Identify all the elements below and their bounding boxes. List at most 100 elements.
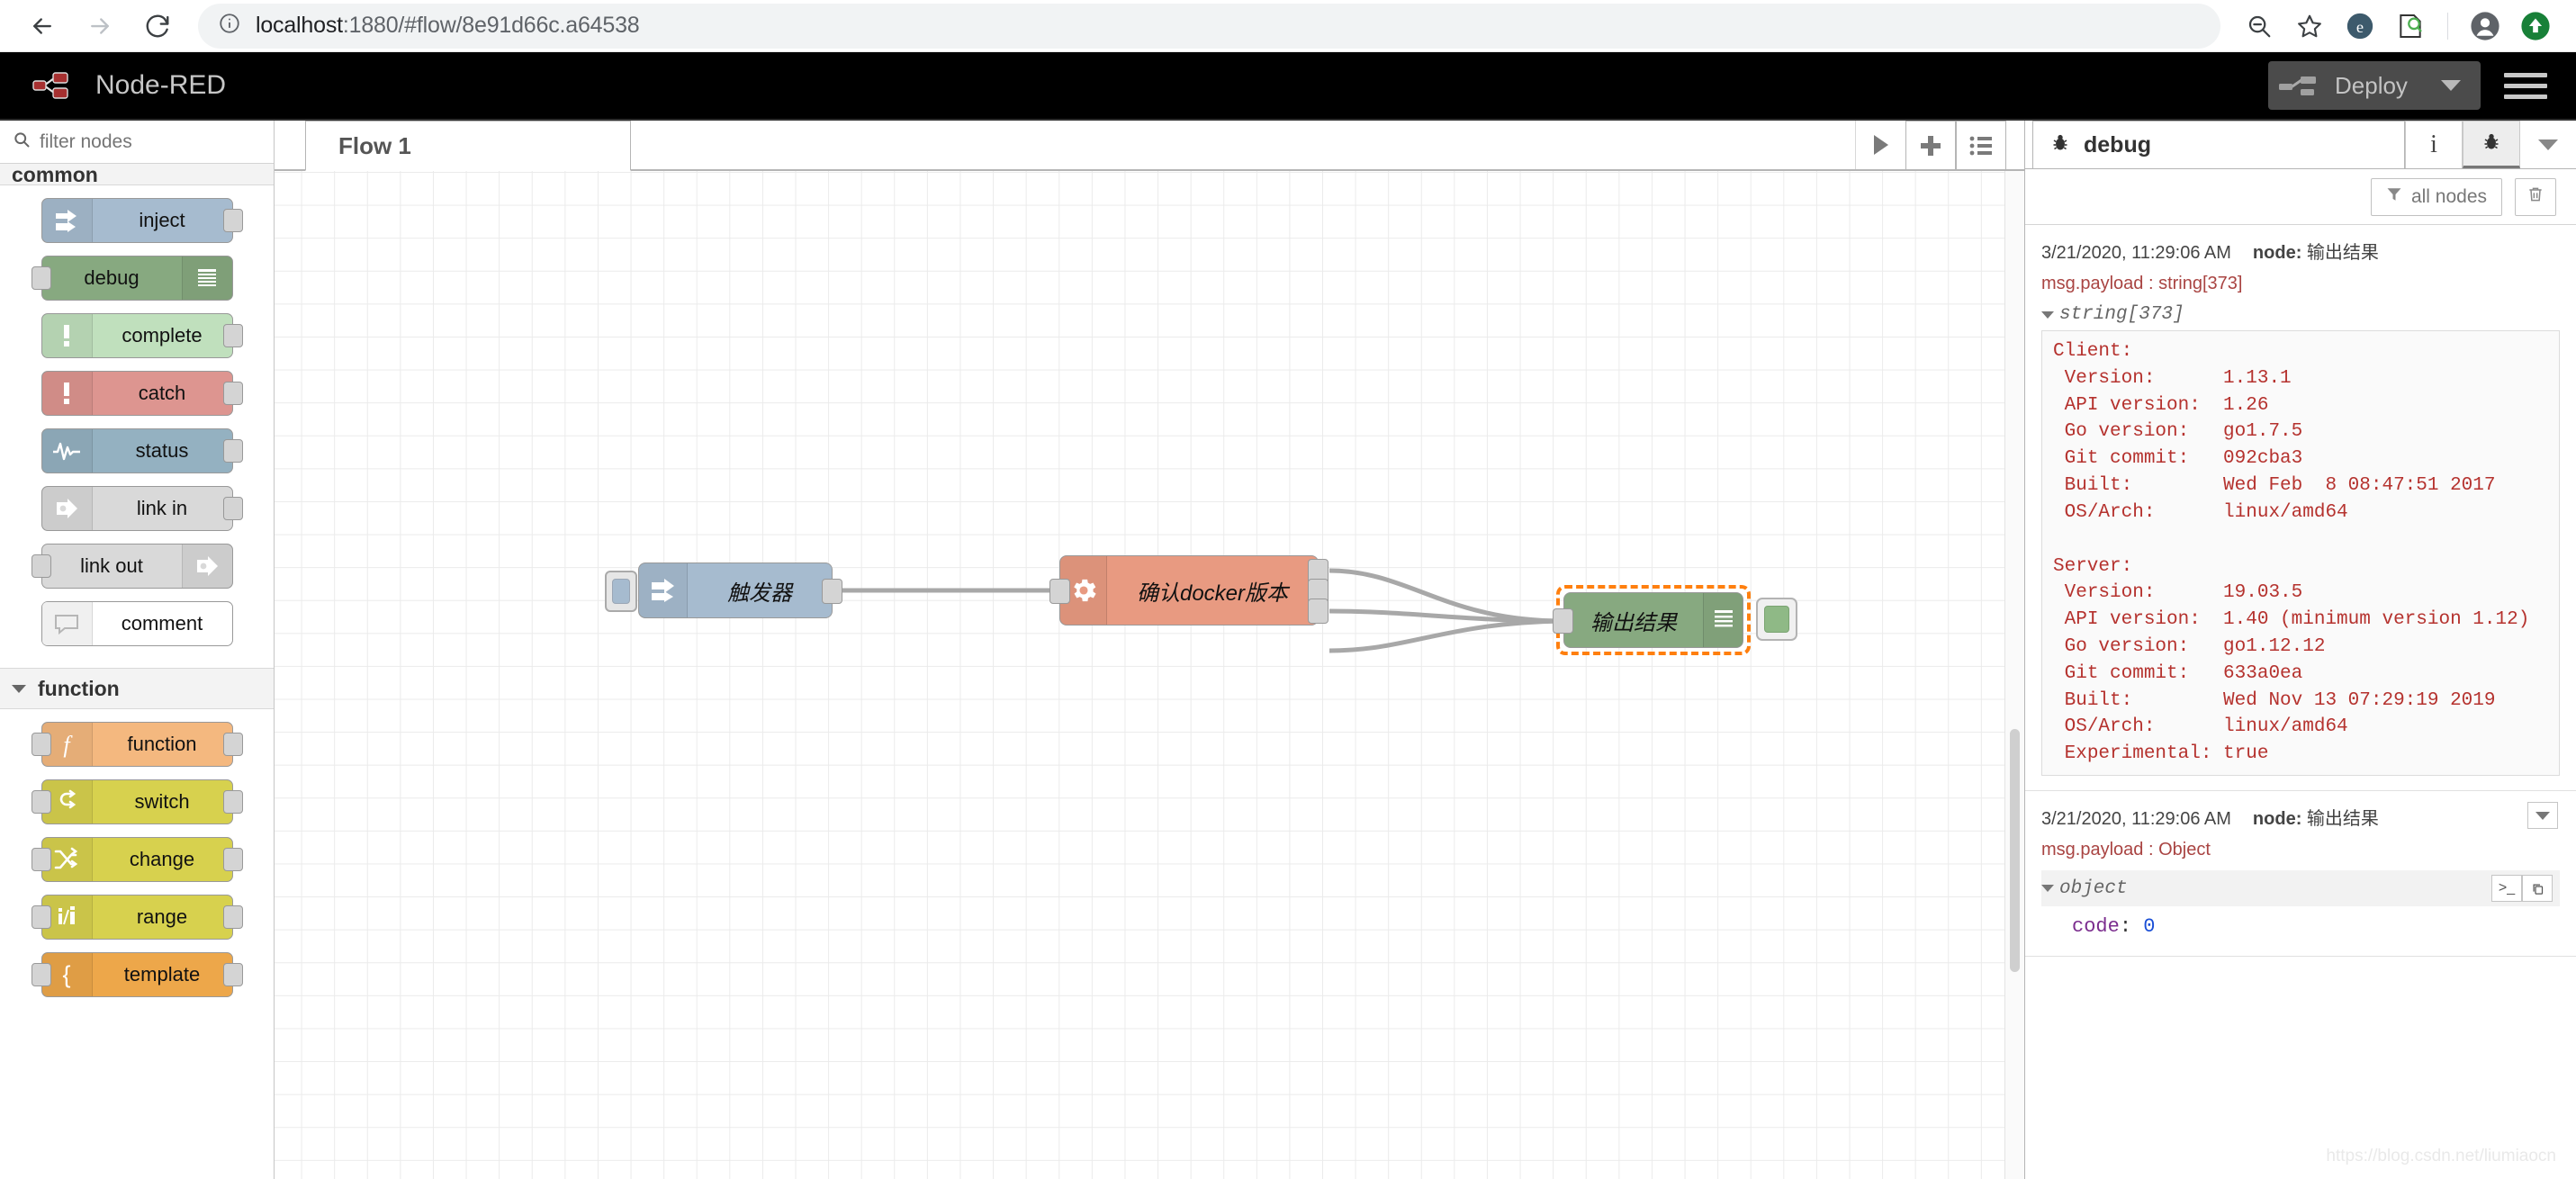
palette-node-label: comment	[121, 612, 203, 634]
palette-node-debug[interactable]: debug	[31, 256, 233, 301]
inject-trigger-button[interactable]	[605, 571, 637, 612]
input-port[interactable]	[31, 266, 51, 290]
output-port-3[interactable]	[1308, 598, 1329, 624]
output-port[interactable]	[222, 382, 243, 405]
palette-node-function[interactable]: f function	[31, 722, 243, 767]
debug-node-status-toggle[interactable]	[1756, 598, 1797, 641]
input-port[interactable]	[31, 905, 51, 929]
input-port[interactable]	[1553, 608, 1573, 634]
output-port[interactable]	[222, 324, 243, 347]
copy-icon[interactable]	[2522, 875, 2553, 902]
address-bar[interactable]: localhost:1880/#flow/8e91d66c.a64538	[198, 3, 2220, 49]
collapse-triangle-icon[interactable]	[2041, 310, 2054, 319]
flow-tabbar: Flow 1	[275, 121, 2024, 171]
debug-object-colon: :	[2119, 915, 2132, 938]
zoom-out-icon[interactable]	[2235, 2, 2283, 50]
extension-icon[interactable]: e	[2336, 2, 2384, 50]
palette-node-range[interactable]: range	[31, 895, 243, 940]
tab-debug[interactable]: debug	[2032, 121, 2405, 168]
debug-message[interactable]: 3/21/2020, 11:29:06 AM node: 输出结果 msg.pa…	[2025, 225, 2576, 791]
palette-category-function[interactable]: function	[0, 668, 274, 709]
list-icon	[1969, 136, 1992, 155]
plus-icon	[1921, 135, 1941, 156]
input-port[interactable]	[1049, 579, 1070, 604]
output-port[interactable]	[222, 497, 243, 520]
flow-node-inject[interactable]: 触发器	[605, 562, 842, 618]
palette-node-label: link in	[136, 497, 188, 519]
bookmark-star-icon[interactable]	[2285, 2, 2334, 50]
site-info-icon[interactable]	[218, 12, 241, 40]
collapse-triangle-icon[interactable]	[2041, 885, 2054, 892]
palette-node-comment[interactable]: comment	[41, 601, 233, 646]
palette-node-inject[interactable]: inject	[41, 198, 243, 243]
palette-node-link-in[interactable]: link in	[41, 486, 243, 531]
chevron-down-icon[interactable]	[2441, 80, 2461, 91]
palette-node-status[interactable]: status	[41, 428, 243, 473]
palette-node-template[interactable]: { template	[31, 952, 243, 997]
palette-node-catch[interactable]: catch	[41, 371, 243, 416]
palette-node-label: catch	[138, 382, 186, 404]
input-port[interactable]	[31, 963, 51, 986]
output-port[interactable]	[222, 439, 243, 463]
palette-node-change[interactable]: change	[31, 837, 243, 882]
input-port[interactable]	[31, 733, 51, 756]
debug-message[interactable]: 3/21/2020, 11:29:06 AM node: 输出结果 msg.pa…	[2025, 791, 2576, 957]
app-header: Node-RED Deploy	[0, 52, 2576, 121]
debug-filter-button[interactable]: all nodes	[2370, 177, 2502, 216]
update-icon[interactable]	[2511, 2, 2560, 50]
scrollbar-thumb[interactable]	[2010, 729, 2020, 972]
output-port[interactable]	[222, 848, 243, 871]
debug-message-node-prefix: node:	[2252, 243, 2302, 263]
browser-forward-button[interactable]	[74, 3, 126, 50]
palette-search[interactable]	[0, 121, 274, 164]
sidebar-more-tabs-button[interactable]	[2520, 121, 2576, 168]
output-port[interactable]	[222, 790, 243, 814]
trash-icon	[2526, 185, 2544, 209]
sidebar-info-tab[interactable]: i	[2405, 121, 2463, 168]
flow-node-exec[interactable]: 确认docker版本	[1049, 555, 1329, 626]
devtools-icon[interactable]	[2386, 2, 2435, 50]
deploy-button[interactable]: Deploy	[2268, 61, 2481, 110]
palette-category-common[interactable]: common	[0, 164, 274, 185]
run-flow-button[interactable]	[1855, 121, 1905, 169]
debug-message-type[interactable]: string[373]	[2041, 304, 2560, 325]
flow-canvas[interactable]: 触发器 确认docker版本 输出结果	[275, 171, 2024, 1179]
input-port[interactable]	[31, 554, 51, 578]
console-icon[interactable]: >_	[2491, 875, 2522, 902]
debug-clear-button[interactable]	[2515, 177, 2556, 216]
tabbar-spacer	[275, 121, 305, 170]
sidebar-debug-tab[interactable]	[2463, 121, 2520, 168]
flow-list-button[interactable]	[1956, 121, 2006, 169]
inject-arrow-icon	[41, 199, 93, 242]
input-port[interactable]	[31, 848, 51, 871]
input-port[interactable]	[31, 790, 51, 814]
tab-flow-1[interactable]: Flow 1	[305, 121, 631, 171]
debug-message-menu-button[interactable]	[2527, 802, 2558, 829]
add-flow-button[interactable]	[1905, 121, 1956, 169]
flow-node-debug[interactable]: 输出结果	[1553, 592, 1743, 648]
debug-status-indicator	[1764, 606, 1789, 633]
debug-message-list[interactable]: 3/21/2020, 11:29:06 AM node: 输出结果 msg.pa…	[2025, 225, 2576, 1179]
palette-node-switch[interactable]: switch	[31, 779, 243, 824]
output-port[interactable]	[222, 963, 243, 986]
debug-message-source: node: 输出结果	[2253, 804, 2379, 830]
browser-back-button[interactable]	[16, 3, 68, 50]
filter-nodes-input[interactable]	[40, 130, 261, 153]
profile-icon[interactable]	[2461, 2, 2509, 50]
main-menu-button[interactable]	[2504, 67, 2547, 105]
inject-arrow-icon	[639, 563, 688, 617]
browser-reload-button[interactable]	[131, 3, 184, 50]
output-port[interactable]	[222, 733, 243, 756]
exclamation-icon	[41, 314, 93, 357]
palette-node-link-out[interactable]: link out	[31, 544, 233, 589]
output-port[interactable]	[222, 209, 243, 232]
output-port[interactable]	[822, 579, 842, 604]
canvas-vertical-scrollbar[interactable]	[2004, 171, 2024, 1179]
palette-node-complete[interactable]: complete	[41, 313, 243, 358]
output-port[interactable]	[222, 905, 243, 929]
debug-message-type[interactable]: object	[2041, 878, 2128, 899]
deploy-icon	[2274, 70, 2329, 101]
palette-node-label: status	[135, 439, 189, 462]
svg-text:f: f	[63, 732, 73, 758]
deploy-label: Deploy	[2335, 71, 2408, 99]
